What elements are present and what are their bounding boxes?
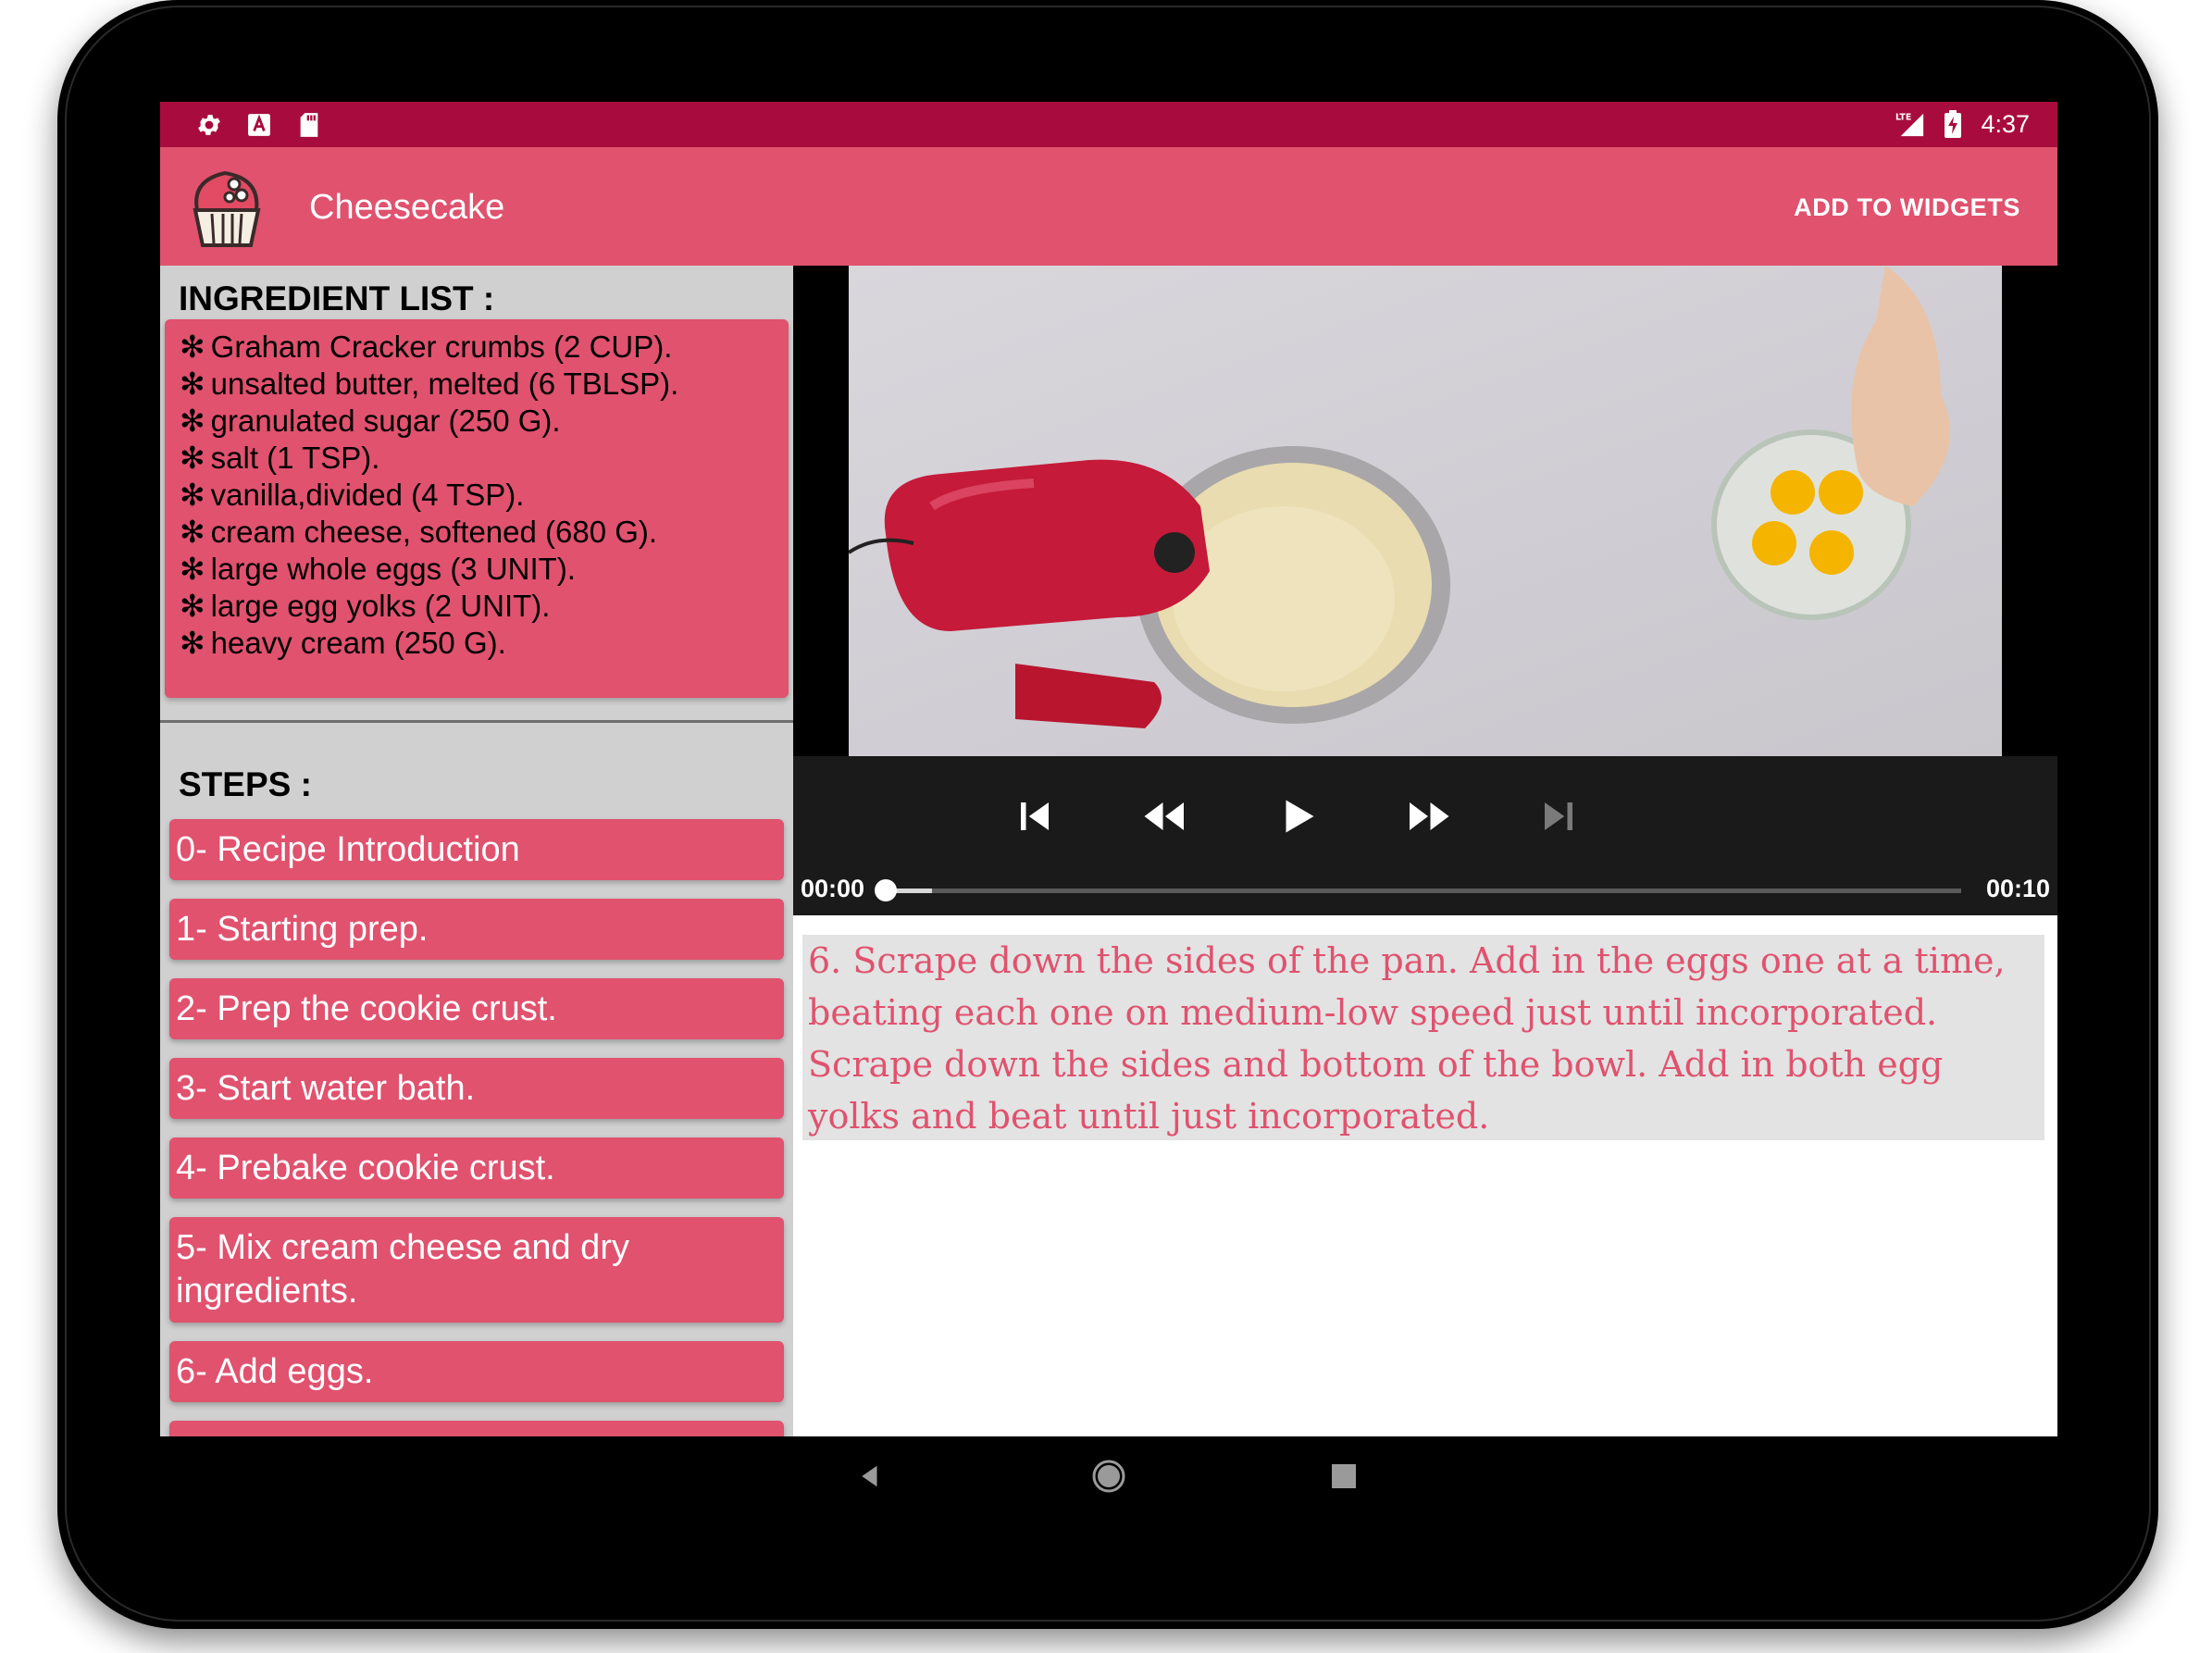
battery-charging-icon [1938,109,1968,139]
add-to-widgets-button[interactable]: ADD TO WIDGETS [1794,193,2020,222]
ingredient-item: ✻ large whole eggs (3 UNIT). [180,552,576,586]
video-frame[interactable] [849,266,2002,756]
skip-previous-icon[interactable] [1007,789,1063,844]
step-item-7[interactable] [169,1421,784,1436]
playback-position: 00:00 [801,875,865,902]
steps-title: STEPS : [179,765,312,803]
section-divider [160,720,793,723]
back-icon[interactable] [856,1462,884,1490]
ingredient-item: ✻ large egg yolks (2 UNIT). [180,589,551,623]
seek-scrubber[interactable] [875,879,897,901]
play-icon[interactable] [1270,789,1325,844]
ingredient-item: ✻ vanilla,divided (4 TSP). [180,478,525,512]
seek-bar[interactable] [884,889,1961,893]
step-item-4[interactable]: 4- Prebake cookie crust. [169,1137,784,1199]
sd-card-icon [294,110,324,140]
svg-text:LTE: LTE [1895,112,1911,122]
ingredient-item: ✻ cream cheese, softened (680 G). [180,515,658,549]
playback-duration: 00:10 [1985,875,2050,902]
ingredient-list-title: INGREDIENT LIST : [179,280,495,317]
skip-next-icon[interactable] [1531,789,1586,844]
rewind-icon[interactable] [1137,789,1193,844]
step-item-0[interactable]: 0- Recipe Introduction [169,819,784,880]
ingredient-item: ✻ granulated sugar (250 G). [180,404,561,438]
cupcake-icon [188,162,266,249]
device-screen: LTE 4:37 Cheesecake ADD TO WIDGETS INGRE… [160,102,2057,1436]
recipe-side-panel[interactable]: INGREDIENT LIST : ✻ Graham Cracker crumbs… [160,266,793,1436]
lte-signal-icon: LTE [1895,109,1925,139]
navigation-bar [160,1436,2057,1529]
ingredient-item: ✻ Graham Cracker crumbs (2 CUP). [180,329,673,364]
status-clock: 4:37 [1981,109,2030,138]
ingredient-list-card: ✻ Graham Cracker crumbs (2 CUP). ✻ unsalte… [165,319,789,698]
step-item-6[interactable]: 6- Add eggs. [169,1341,784,1402]
step-item-5[interactable]: 5- Mix cream cheese and dry ingredients. [169,1217,784,1323]
video-player[interactable]: 00:00 00:10 [793,266,2057,915]
ingredient-item: ✻ heavy cream (250 G). [180,626,506,660]
a-square-icon [244,110,274,140]
step-item-2[interactable]: 2- Prep the cookie crust. [169,978,784,1039]
step-item-3[interactable]: 3- Start water bath. [169,1058,784,1119]
recents-icon[interactable] [1332,1464,1356,1488]
ingredient-item: ✻ unsalted butter, melted (6 TBLSP). [180,367,679,401]
home-icon[interactable] [1091,1459,1126,1494]
settings-icon [194,110,224,140]
ingredient-item: ✻ salt (1 TSP). [180,441,380,475]
app-bar: Cheesecake ADD TO WIDGETS [160,147,2057,266]
step-description: 6. Scrape down the sides of the pan. Add… [802,935,2044,1140]
app-title: Cheesecake [309,188,505,227]
status-bar: LTE 4:37 [160,102,2057,147]
fast-forward-icon[interactable] [1400,789,1456,844]
step-item-1[interactable]: 1- Starting prep. [169,899,784,960]
